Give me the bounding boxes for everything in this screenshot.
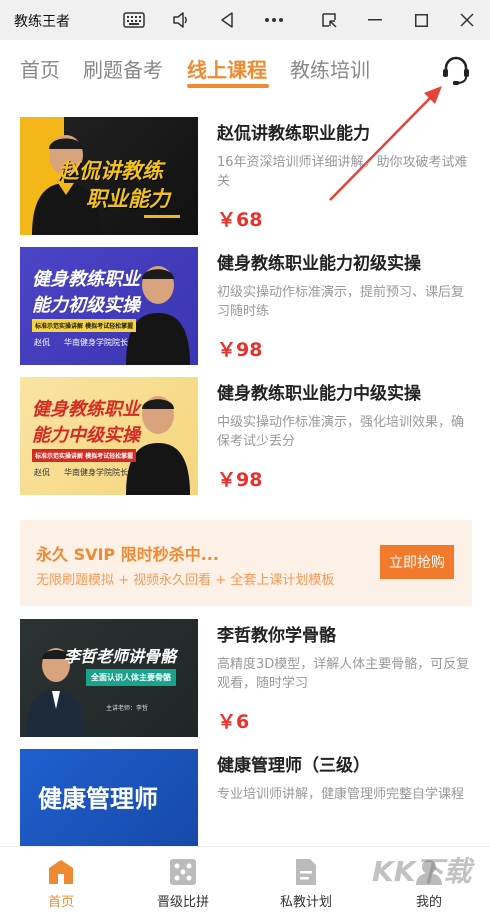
close-icon[interactable] [453,6,481,34]
course-thumbnail: 李哲老师讲骨骼 全面认识人体主要骨骼 主讲老师：李哲 [20,619,198,737]
course-price: ￥68 [217,209,263,231]
tab-coach-training[interactable]: 教练培训 [290,54,370,83]
course-desc: 高精度3D模型，详解人体主要骨骼，可反复观看，随时学习 [217,657,470,691]
thumbnail-title-line2: 能力中级实操 [32,425,140,446]
tab-exam-prep[interactable]: 刷题备考 [83,54,163,83]
nav-private-plan[interactable]: 私教计划 [245,847,367,912]
nav-competition[interactable]: 晋级比拼 [122,847,244,912]
thumbnail-title-line2: 能力初级实操 [32,295,140,316]
course-thumbnail: 健身教练职业 能力初级实操 标准示范实操讲解 模拟考试轻松掌握 赵侃 华南健身学… [20,247,198,365]
minimize-icon[interactable] [361,6,389,34]
course-price: ￥6 [217,711,250,733]
screenshot-icon[interactable] [315,6,343,34]
course-title: 健身教练职业能力中级实操 [217,384,421,404]
thumbnail-author: 赵侃 [34,468,50,477]
thumbnail-title-line1: 健身教练职业 [32,399,140,420]
thumbnail-tag: 全面认识人体主要骨骼 [86,669,176,686]
window-title: 教练王者 [14,14,70,30]
course-price: ￥98 [217,469,263,491]
nav-label: 首页 [47,895,74,910]
thumbnail-author: 赵侃 [34,338,50,347]
thumbnail-title-line1: 健康管理师 [38,785,158,813]
nav-label: 私教计划 [279,895,332,910]
course-desc: 专业培训师讲解，健康管理师完整自学课程 [217,787,465,802]
tab-home[interactable]: 首页 [20,54,60,83]
course-desc: 中级实操动作标准演示，强化培训效果，确保考试少丢分 [217,415,465,449]
thumbnail-author: 主讲老师：李哲 [106,705,149,712]
buy-now-button[interactable]: 立即抢购 [380,545,454,579]
thumbnail-tag: 标准示范实操讲解 模拟考试轻松掌握 [32,319,137,332]
dice-icon [170,859,196,885]
active-tab-indicator [187,84,269,88]
thumbnail-title-line2: 职业能力 [86,187,170,211]
volume-icon[interactable] [167,6,195,34]
course-item[interactable]: 赵侃讲教练 职业能力 赵侃讲教练职业能力 16年资深培训师详细讲解，助你攻破考试… [20,117,472,235]
thumbnail-tag: 标准示范实操讲解 模拟考试轻松掌握 [32,449,137,462]
nav-home[interactable]: 首页 [0,847,122,912]
svip-promo-banner: 永久 SVIP 限时秒杀中... 无限刷题模拟 + 视频永久回看 + 全套上课计… [20,520,472,606]
course-title: 赵侃讲教练职业能力 [217,124,370,144]
window-titlebar: 教练王者 [0,0,490,40]
course-item[interactable]: 李哲老师讲骨骼 全面认识人体主要骨骼 主讲老师：李哲 李哲教你学骨骼 高精度3D… [20,619,472,737]
course-thumbnail: 赵侃讲教练 职业能力 [20,117,198,235]
back-icon[interactable] [213,6,241,34]
course-desc: 16年资深培训师详细讲解，助你攻破考试难关 [217,155,468,189]
maximize-icon[interactable] [407,6,435,34]
thumbnail-org: 华南健身学院院长 [64,338,128,347]
course-thumbnail: 健身教练职业 能力中级实操 标准示范实操讲解 模拟考试轻松掌握 赵侃 华南健身学… [20,377,198,495]
nav-label: 晋级比拼 [156,895,209,910]
course-title: 李哲教你学骨骼 [217,626,336,646]
nav-label: 我的 [415,895,442,910]
course-price: ￥98 [217,339,263,361]
keyboard-icon[interactable] [120,6,148,34]
more-icon[interactable] [260,6,288,34]
thumbnail-title-line1: 赵侃讲教练 [58,159,163,183]
document-icon [296,859,316,885]
thumbnail-title-line1: 李哲老师讲骨骼 [64,647,177,666]
home-icon [49,860,73,884]
customer-service-icon[interactable] [438,52,474,88]
course-title: 健康管理师（三级） [217,756,370,776]
tab-online-courses[interactable]: 线上课程 [187,54,267,83]
course-item[interactable]: 健身教练职业 能力中级实操 标准示范实操讲解 模拟考试轻松掌握 赵侃 华南健身学… [20,377,472,495]
course-thumbnail: 健康管理师 [20,749,198,846]
course-item[interactable]: 健身教练职业 能力初级实操 标准示范实操讲解 模拟考试轻松掌握 赵侃 华南健身学… [20,247,472,365]
promo-title: 永久 SVIP 限时秒杀中... [36,545,219,564]
promo-subtitle: 无限刷题模拟 + 视频永久回看 + 全套上课计划模板 [36,573,335,588]
thumbnail-title-line1: 健身教练职业 [32,269,140,290]
watermark: KK下载 [372,855,472,888]
course-desc: 初级实操动作标准演示，提前预习、课后复习随时练 [217,285,465,319]
thumbnail-org: 华南健身学院院长 [64,468,128,477]
course-title: 健身教练职业能力初级实操 [217,254,421,274]
